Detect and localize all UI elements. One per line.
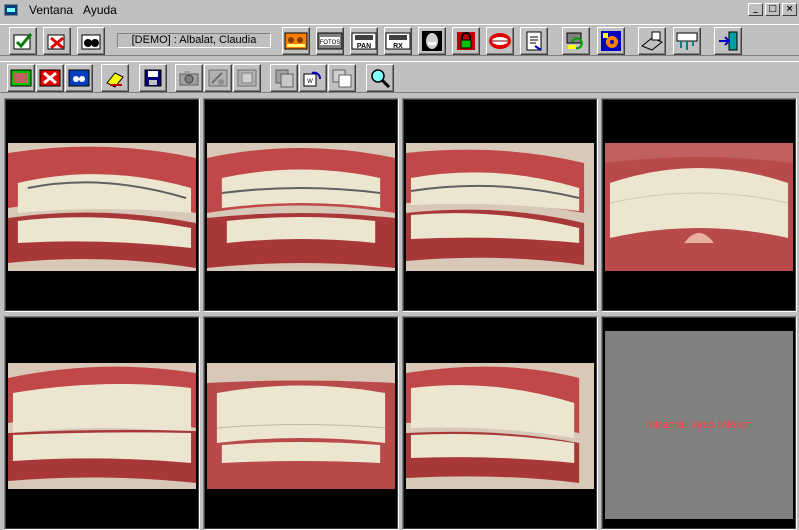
binoculars-icon	[81, 34, 101, 50]
cancel-icon	[47, 34, 65, 50]
image-ok-button[interactable]	[7, 64, 35, 92]
main-toolbar: [DEMO] : Albalat, Claudia FOTOS PAN RX	[0, 24, 799, 56]
rx-icon: RX	[385, 32, 411, 50]
image-frame-button[interactable]	[233, 64, 261, 92]
settings-icon	[601, 31, 621, 51]
exit-icon	[719, 31, 738, 51]
intraoral-photo	[8, 143, 196, 271]
camera-icon	[179, 71, 199, 86]
scanner-button[interactable]	[638, 27, 666, 55]
accept-icon	[13, 33, 33, 50]
photo-slot-right-occlusion[interactable]	[4, 316, 200, 530]
eraser-button[interactable]	[101, 64, 129, 92]
photo-slot-left-lateral[interactable]	[402, 98, 598, 312]
rotate-icon: W	[303, 71, 321, 87]
fotos-button[interactable]: FOTOS	[316, 27, 344, 55]
menu-ayuda[interactable]: Ayuda	[78, 3, 122, 17]
image-search-button[interactable]	[65, 64, 93, 92]
database-icon	[676, 32, 698, 50]
mouth-button[interactable]	[486, 27, 514, 55]
lock-icon	[457, 32, 475, 50]
photo-slot-right-lateral[interactable]	[4, 98, 200, 312]
menu-ventana[interactable]: Ventana	[24, 3, 78, 17]
intraoral-photo	[207, 363, 395, 489]
mouth-icon	[489, 33, 511, 49]
copy-icon	[275, 69, 294, 88]
empty-slot-placeholder: Intraoral: Arco Inferior	[605, 331, 793, 519]
svg-text:PAN: PAN	[357, 43, 371, 50]
image-delete-icon	[39, 69, 61, 87]
settings-button[interactable]	[597, 27, 625, 55]
image-ok-icon	[10, 69, 32, 87]
search-patient-button[interactable]	[77, 27, 105, 55]
pan-icon: PAN	[351, 32, 377, 50]
teeth-image	[8, 143, 196, 271]
zoom-icon	[371, 69, 391, 88]
teeth-image	[207, 363, 395, 489]
stack-button[interactable]	[328, 64, 356, 92]
svg-text:RX: RX	[393, 43, 403, 50]
rotate-button[interactable]: W	[299, 64, 327, 92]
photo-slot-upper-arch[interactable]	[601, 98, 797, 312]
teeth-image	[406, 143, 594, 271]
restore-button[interactable]: □	[765, 3, 780, 16]
patient-card-icon	[284, 32, 308, 50]
save-button[interactable]	[139, 64, 167, 92]
camera-button[interactable]	[175, 64, 203, 92]
image-edit-button[interactable]	[204, 64, 232, 92]
photo-slot-lower-arch-empty[interactable]: Intraoral: Arco Inferior	[601, 316, 797, 530]
exit-button[interactable]	[714, 27, 742, 55]
teeth-image	[207, 143, 395, 271]
intraoral-photo	[8, 363, 196, 489]
photo-slot-frontal-appliance[interactable]	[203, 98, 399, 312]
patient-label: [DEMO] : Albalat, Claudia	[117, 33, 271, 48]
image-edit-icon	[208, 69, 228, 87]
image-frame-icon	[237, 69, 257, 87]
intraoral-photo	[406, 363, 594, 489]
teeth-image	[8, 363, 196, 489]
image-search-icon	[68, 69, 90, 87]
refresh-button[interactable]	[562, 27, 590, 55]
document-button[interactable]	[520, 27, 548, 55]
close-button[interactable]: ×	[782, 3, 797, 16]
window-controls: _ □ ×	[748, 3, 797, 16]
zoom-button[interactable]	[366, 64, 394, 92]
copy-button[interactable]	[270, 64, 298, 92]
scanner-icon	[641, 31, 663, 51]
eraser-icon	[106, 72, 124, 88]
rx-button[interactable]: RX	[384, 27, 412, 55]
xray-face-button[interactable]	[418, 27, 446, 55]
document-icon	[526, 31, 542, 51]
cancel-button[interactable]	[43, 27, 71, 55]
fotos-icon: FOTOS	[317, 32, 343, 50]
intraoral-photo	[207, 143, 395, 271]
app-icon[interactable]	[4, 4, 18, 16]
patient-card-button[interactable]	[282, 27, 310, 55]
image-toolbar: W	[0, 61, 799, 93]
photo-grid: Intraoral: Arco Inferior	[2, 96, 799, 530]
database-button[interactable]	[673, 27, 701, 55]
photo-slot-frontal-occlusion[interactable]	[203, 316, 399, 530]
teeth-image	[406, 363, 594, 489]
teeth-image	[605, 143, 793, 271]
svg-text:FOTOS: FOTOS	[320, 40, 341, 46]
image-delete-button[interactable]	[36, 64, 64, 92]
lock-button[interactable]	[452, 27, 480, 55]
xray-face-icon	[422, 31, 442, 51]
intraoral-photo	[406, 143, 594, 271]
photo-slot-left-occlusion[interactable]	[402, 316, 598, 530]
svg-text:W: W	[307, 79, 313, 85]
empty-slot-label: Intraoral: Arco Inferior	[646, 419, 752, 431]
save-icon	[144, 69, 162, 87]
intraoral-photo	[605, 143, 793, 271]
pan-button[interactable]: PAN	[350, 27, 378, 55]
menu-bar: Ventana Ayuda _ □ ×	[0, 0, 799, 20]
minimize-button[interactable]: _	[748, 3, 763, 16]
refresh-icon	[566, 32, 583, 50]
accept-button[interactable]	[9, 27, 37, 55]
stack-icon	[332, 69, 352, 88]
